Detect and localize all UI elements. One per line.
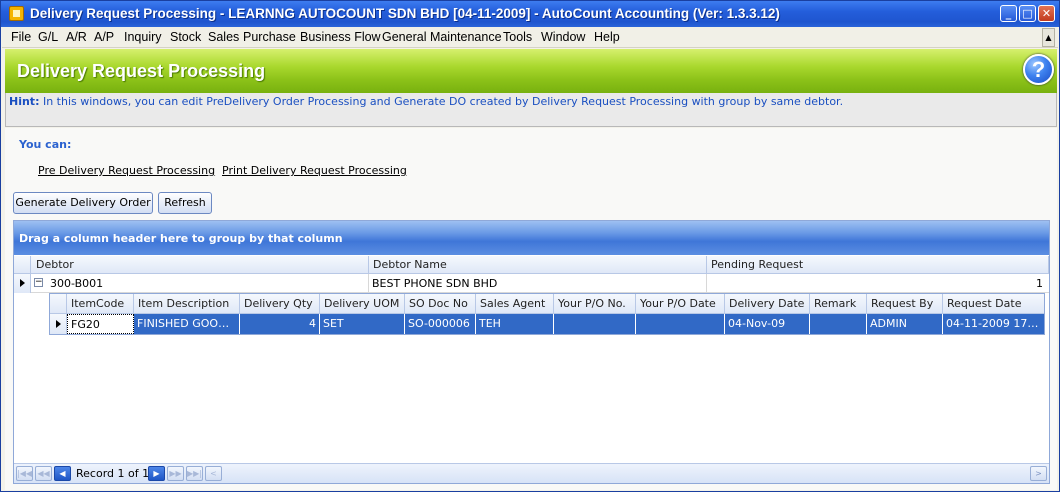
cell-sales-agent[interactable]: TEH (476, 314, 554, 334)
refresh-button[interactable]: Refresh (158, 192, 212, 214)
detail-grid[interactable]: ItemCode Item Description Delivery Qty D… (49, 293, 1045, 335)
menu-help[interactable]: Help (594, 30, 620, 44)
cell-request-by[interactable]: ADMIN (867, 314, 943, 334)
menu-tools[interactable]: Tools (503, 30, 532, 44)
cell-itemcode[interactable]: FG20 (67, 314, 134, 334)
cell-debtor-name[interactable]: BEST PHONE SDN BHD (369, 274, 707, 293)
cell-debtor[interactable]: 300-B001 (47, 274, 369, 293)
hint-message: In this windows, you can edit PreDeliver… (39, 95, 844, 108)
maximize-icon: □ (1022, 7, 1033, 20)
group-by-hint: Drag a column header here to group by th… (19, 232, 343, 245)
current-detail-row-arrow-icon (56, 320, 61, 328)
delivery-request-grid[interactable]: Drag a column header here to group by th… (13, 220, 1050, 484)
hint-text: Hint: In this windows, you can edit PreD… (9, 95, 843, 108)
row-indicator (14, 274, 31, 293)
menu-sales[interactable]: Sales (208, 30, 239, 44)
detail-header-delivery-date[interactable]: Delivery Date (725, 294, 810, 314)
detail-header-delivery-qty[interactable]: Delivery Qty (240, 294, 320, 314)
page-header: Delivery Request Processing ? (5, 49, 1057, 93)
current-row-arrow-icon (20, 279, 25, 287)
pre-delivery-request-link[interactable]: Pre Delivery Request Processing (38, 164, 215, 177)
menu-purchase[interactable]: Purchase (243, 30, 296, 44)
minimize-icon: _ (1005, 7, 1012, 20)
window-title: Delivery Request Processing - LEARNNG AU… (30, 6, 780, 21)
detail-row-indicator (50, 314, 67, 334)
hint-label: Hint: (9, 95, 40, 108)
detail-header-indicator (50, 294, 67, 314)
detail-header-remark[interactable]: Remark (810, 294, 867, 314)
cell-so-doc-no[interactable]: SO-000006 (405, 314, 476, 334)
scroll-left-icon[interactable]: < (205, 466, 222, 481)
hint-panel: Hint: In this windows, you can edit PreD… (5, 93, 1057, 127)
cell-delivery-uom[interactable]: SET (320, 314, 405, 334)
last-record-icon[interactable]: ▶▶| (186, 466, 203, 481)
minimize-button[interactable]: _ (1000, 5, 1017, 22)
menu-window[interactable]: Window (541, 30, 585, 44)
detail-header-request-by[interactable]: Request By (867, 294, 943, 314)
menu-file[interactable]: File (11, 30, 31, 44)
menu-ap[interactable]: A/P (94, 30, 114, 44)
menu-scroll-up-icon[interactable]: ▲ (1042, 28, 1055, 47)
cell-delivery-date[interactable]: 04-Nov-09 (725, 314, 810, 334)
detail-row[interactable]: FG20 FINISHED GOODS 20 4 SET SO-000006 T… (50, 314, 1044, 334)
close-button[interactable]: ✕ (1038, 5, 1055, 22)
record-count: Record 1 of 1 (76, 467, 150, 480)
detail-header-itemcode[interactable]: ItemCode (67, 294, 134, 314)
app-icon (9, 6, 24, 21)
detail-header-sales-agent[interactable]: Sales Agent (476, 294, 554, 314)
detail-header-so-doc-no[interactable]: SO Doc No (405, 294, 476, 314)
close-icon: ✕ (1041, 7, 1052, 20)
table-row[interactable]: − 300-B001 BEST PHONE SDN BHD 1 (14, 274, 1049, 293)
next-page-icon[interactable]: ▶▶ (167, 466, 184, 481)
cell-remark[interactable] (810, 314, 867, 334)
you-can-heading: You can: (19, 138, 72, 151)
app-window: Delivery Request Processing - LEARNNG AU… (0, 0, 1060, 492)
cell-your-po-no[interactable] (554, 314, 636, 334)
detail-header-request-date[interactable]: Request Date (943, 294, 1044, 314)
page-title: Delivery Request Processing (17, 61, 266, 81)
menu-inquiry[interactable]: Inquiry (124, 30, 162, 44)
next-record-icon[interactable]: ▶ (148, 466, 165, 481)
detail-header-your-po-date[interactable]: Your P/O Date (636, 294, 725, 314)
column-header-debtor[interactable]: Debtor (31, 256, 369, 274)
generate-delivery-order-button[interactable]: Generate Delivery Order (13, 192, 153, 214)
record-navigator: |◀◀ ◀◀ ◀ Record 1 of 1 ▶ ▶▶ ▶▶| < > (14, 463, 1049, 483)
title-bar[interactable]: Delivery Request Processing - LEARNNG AU… (1, 1, 1059, 27)
cell-your-po-date[interactable] (636, 314, 725, 334)
cell-request-date[interactable]: 04-11-2009 17:45 (943, 314, 1044, 334)
cell-delivery-qty[interactable]: 4 (240, 314, 320, 334)
group-by-panel[interactable]: Drag a column header here to group by th… (14, 221, 1049, 255)
previous-record-icon[interactable]: ◀ (54, 466, 71, 481)
print-delivery-request-link[interactable]: Print Delivery Request Processing (222, 164, 407, 177)
menu-general-maintenance[interactable]: General Maintenance (382, 30, 502, 44)
maximize-button[interactable]: □ (1019, 5, 1036, 22)
main-content: You can: Pre Delivery Request Processing… (5, 128, 1057, 490)
collapse-row-icon[interactable]: − (34, 278, 43, 287)
menu-gl[interactable]: G/L (38, 30, 58, 44)
help-icon[interactable]: ? (1023, 54, 1054, 85)
column-header-pending-request[interactable]: Pending Request (707, 256, 1049, 274)
menu-ar[interactable]: A/R (66, 30, 87, 44)
grid-header-indicator (14, 256, 31, 274)
detail-header-item-description[interactable]: Item Description (134, 294, 240, 314)
cell-item-description[interactable]: FINISHED GOODS 20 (134, 314, 240, 334)
menu-bar: File G/L A/R A/P Inquiry Stock Sales Pur… (2, 27, 1058, 48)
menu-stock[interactable]: Stock (170, 30, 201, 44)
scroll-right-icon[interactable]: > (1030, 466, 1047, 481)
cell-pending-request[interactable]: 1 (707, 274, 1049, 293)
menu-business-flow[interactable]: Business Flow (300, 30, 381, 44)
detail-header-your-po-no[interactable]: Your P/O No. (554, 294, 636, 314)
first-record-icon[interactable]: |◀◀ (16, 466, 33, 481)
previous-page-icon[interactable]: ◀◀ (35, 466, 52, 481)
column-header-debtor-name[interactable]: Debtor Name (369, 256, 707, 274)
detail-header-delivery-uom[interactable]: Delivery UOM (320, 294, 405, 314)
